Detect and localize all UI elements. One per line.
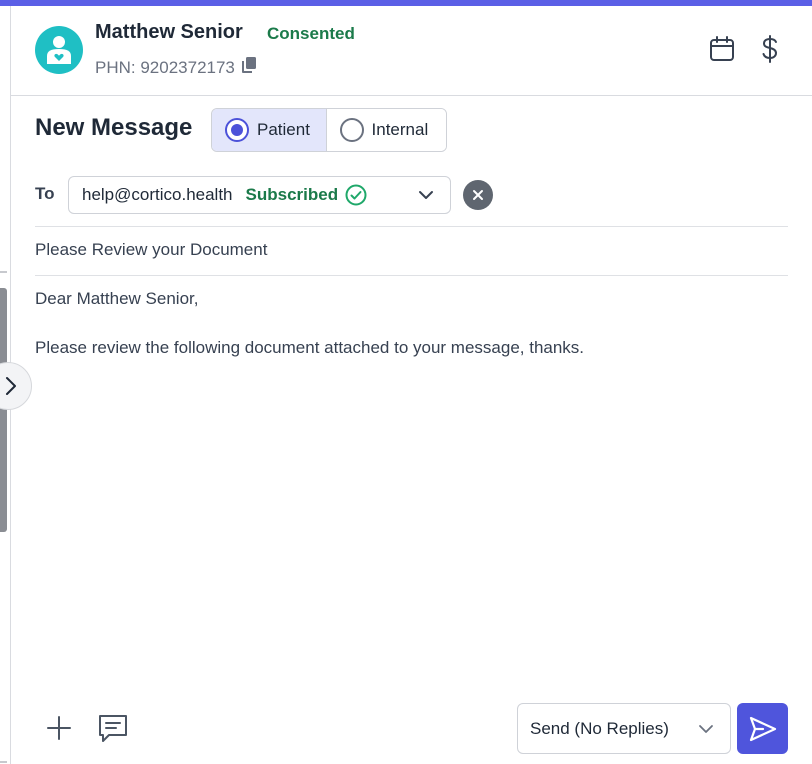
recipient-type-patient-label: Patient [257, 120, 310, 139]
recipient-select[interactable]: help@cortico.health Subscribed [68, 176, 451, 214]
billing-button[interactable] [755, 34, 785, 64]
subscription-status: Subscribed [245, 185, 339, 204]
send-button[interactable] [737, 703, 788, 754]
check-circle-icon [345, 184, 367, 206]
send-icon [749, 716, 776, 741]
recipient-type-internal-label: Internal [371, 120, 429, 139]
patient-avatar-icon [47, 36, 71, 64]
message-template-icon [99, 715, 127, 742]
patient-phn: PHN: 9202372173 [95, 56, 257, 79]
divider-subject [35, 275, 788, 276]
patient-header: Matthew Senior Consented PHN: 9202372173 [11, 6, 812, 96]
close-icon [473, 190, 483, 200]
chevron-down-icon [698, 721, 714, 742]
radio-selected-icon [225, 118, 249, 142]
templates-button[interactable] [95, 710, 131, 746]
divider-to [35, 226, 788, 227]
send-mode-select[interactable]: Send (No Replies) [517, 703, 731, 754]
subject-field[interactable]: Please Review your Document [35, 240, 267, 260]
message-greeting: Dear Matthew Senior, [35, 289, 199, 308]
calendar-button[interactable] [707, 34, 737, 64]
rail-scrollbar[interactable] [0, 288, 7, 532]
consent-status-badge: Consented [267, 24, 355, 43]
send-mode-label: Send (No Replies) [530, 718, 669, 738]
phn-text: PHN: 9202372173 [95, 57, 235, 77]
recipient-type-toggle: Patient Internal [211, 108, 447, 152]
expand-sidebar-button[interactable] [0, 362, 32, 410]
patient-avatar [35, 26, 83, 74]
rail-divider-bottom [0, 761, 7, 763]
plus-icon [47, 716, 71, 740]
to-label: To [35, 184, 55, 203]
calendar-icon [710, 36, 734, 61]
chevron-down-icon [418, 187, 434, 208]
copy-icon[interactable] [241, 56, 257, 79]
clear-recipient-button[interactable] [463, 180, 493, 210]
patient-name: Matthew Senior [95, 21, 243, 43]
chevron-right-icon [6, 377, 16, 395]
recipient-type-patient[interactable]: Patient [212, 109, 327, 151]
add-attachment-button[interactable] [41, 710, 77, 746]
compose-title: New Message [35, 114, 193, 141]
recipient-email: help@cortico.health [82, 185, 233, 204]
dollar-icon [762, 35, 778, 63]
radio-unselected-icon [339, 118, 364, 142]
rail-divider-top [0, 271, 7, 273]
recipient-type-internal[interactable]: Internal [326, 109, 446, 151]
message-text: Please review the following document att… [35, 338, 585, 357]
